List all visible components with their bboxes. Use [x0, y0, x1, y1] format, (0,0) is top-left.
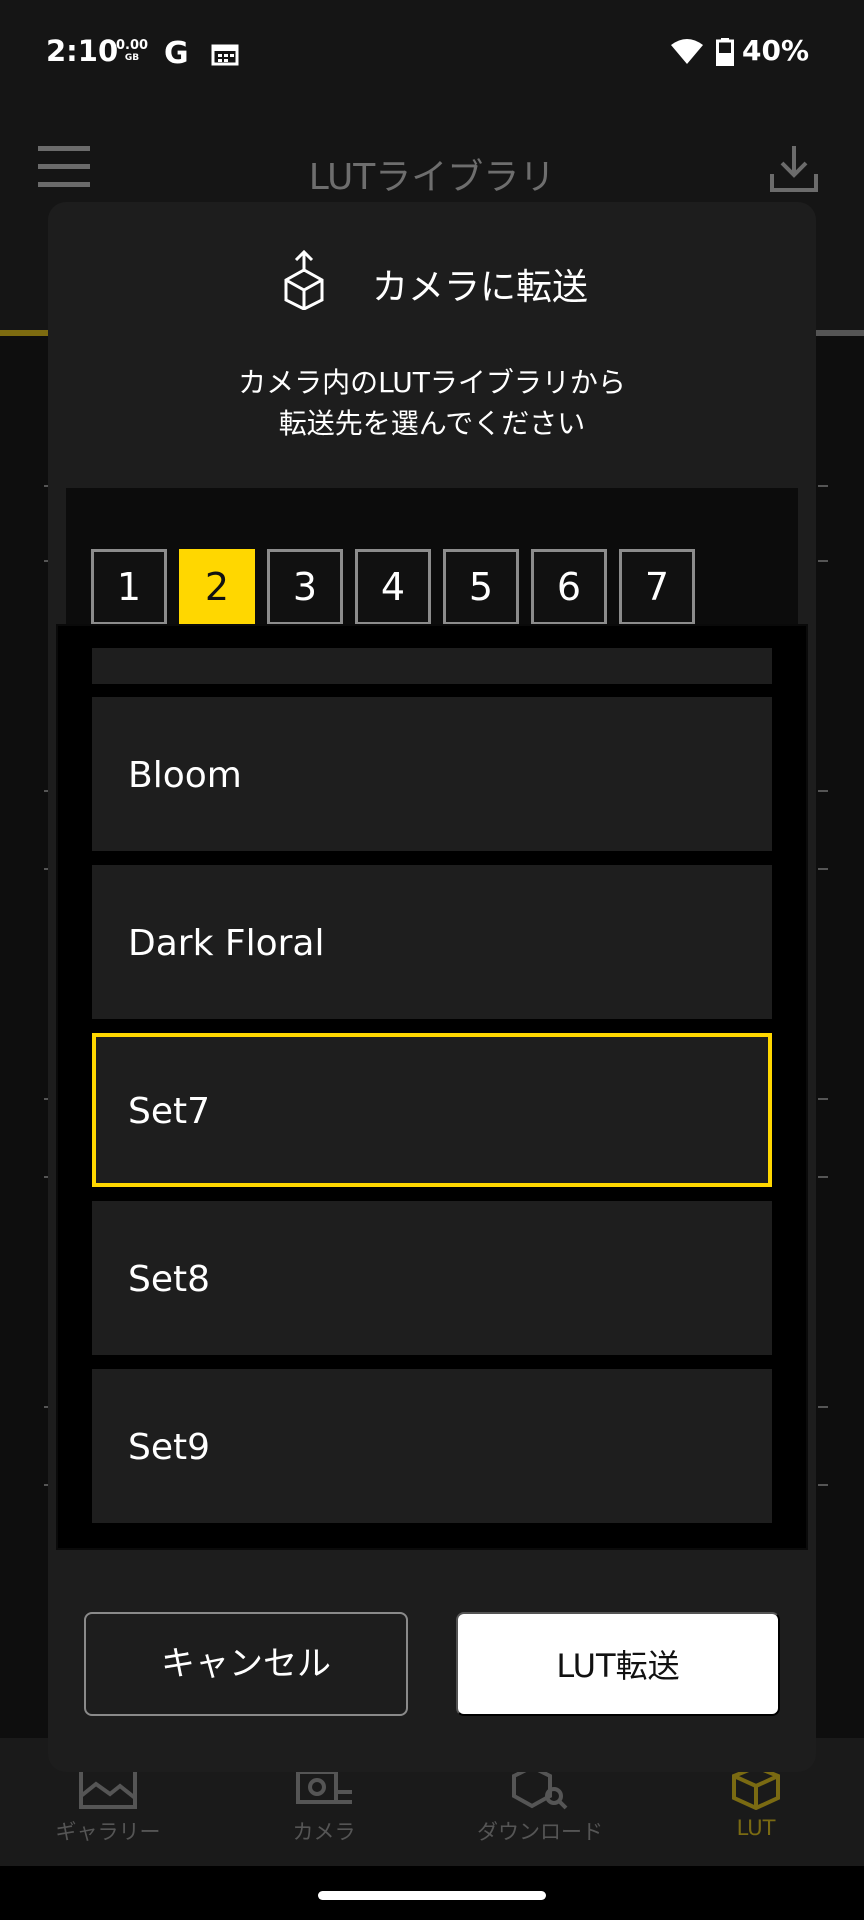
- lut-item-label: Set8: [128, 1259, 211, 1300]
- tab-indicator: [0, 330, 48, 336]
- list-divider: [818, 560, 828, 562]
- nav-gallery[interactable]: ギャラリー: [28, 1764, 188, 1846]
- slot-2[interactable]: 2: [179, 549, 255, 625]
- list-divider: [818, 1484, 828, 1486]
- download-icon[interactable]: [768, 142, 820, 194]
- list-divider: [818, 1406, 828, 1408]
- nav-camera[interactable]: カメラ: [244, 1764, 404, 1846]
- dialog-title: カメラに転送: [372, 267, 589, 308]
- lut-item-label: Bloom: [128, 755, 242, 796]
- google-icon: G: [164, 36, 189, 71]
- screen: 2:10 0.00 GB G 40% LUTライブラリ ギャラリー カメラ ダウ…: [0, 0, 864, 1920]
- lut-item-bloom[interactable]: Bloom: [92, 697, 772, 851]
- cancel-button[interactable]: キャンセル: [84, 1612, 408, 1716]
- dialog-description: カメラ内のLUTライブラリから 転送先を選んでください: [48, 362, 816, 444]
- battery-icon: [716, 38, 734, 66]
- lut-item-label: Set7: [128, 1091, 211, 1132]
- dialog-description-line: 転送先を選んでください: [278, 407, 586, 440]
- data-usage-indicator: 0.00 GB: [116, 38, 149, 64]
- battery-percent: 40%: [742, 34, 810, 67]
- slot-1[interactable]: 1: [91, 549, 167, 625]
- slot-7[interactable]: 7: [619, 549, 695, 625]
- nav-download[interactable]: ダウンロード: [460, 1764, 620, 1846]
- dialog-description-line: カメラ内のLUTライブラリから: [238, 366, 626, 399]
- page-title: LUTライブラリ: [308, 157, 556, 198]
- wifi-icon: [671, 39, 703, 64]
- slot-4[interactable]: 4: [355, 549, 431, 625]
- tab-divider: [814, 330, 864, 336]
- slot-6[interactable]: 6: [531, 549, 607, 625]
- data-usage-unit: GB: [124, 53, 140, 63]
- nav-download-label: ダウンロード: [477, 1820, 603, 1844]
- list-divider: [818, 485, 828, 487]
- calendar-icon: [211, 44, 239, 66]
- lut-item-set7[interactable]: Set7: [92, 1033, 772, 1187]
- lut-item-label: Dark Floral: [128, 923, 325, 964]
- lut-item-set9[interactable]: Set9: [92, 1369, 772, 1523]
- nav-gallery-label: ギャラリー: [55, 1820, 161, 1844]
- slot-3[interactable]: 3: [267, 549, 343, 625]
- status-time: 2:10: [46, 34, 119, 68]
- nav-camera-label: カメラ: [292, 1820, 356, 1844]
- data-usage-value: 0.00: [116, 38, 149, 53]
- cube-upload-icon: [284, 250, 324, 310]
- list-divider: [818, 1176, 828, 1178]
- status-bar: 2:10 0.00 GB G 40%: [0, 0, 864, 104]
- lut-item-set8[interactable]: Set8: [92, 1201, 772, 1355]
- lut-item-dark-floral[interactable]: Dark Floral: [92, 865, 772, 1019]
- nav-lut-label: LUT: [736, 1816, 776, 1840]
- list-item[interactable]: [92, 648, 772, 684]
- list-divider: [818, 790, 828, 792]
- nav-lut[interactable]: LUT: [676, 1764, 836, 1840]
- lut-item-label: Set9: [128, 1427, 211, 1468]
- lut-transfer-button[interactable]: LUT転送: [456, 1612, 780, 1716]
- list-divider: [818, 868, 828, 870]
- slot-5[interactable]: 5: [443, 549, 519, 625]
- home-indicator[interactable]: [318, 1891, 546, 1900]
- list-divider: [818, 1098, 828, 1100]
